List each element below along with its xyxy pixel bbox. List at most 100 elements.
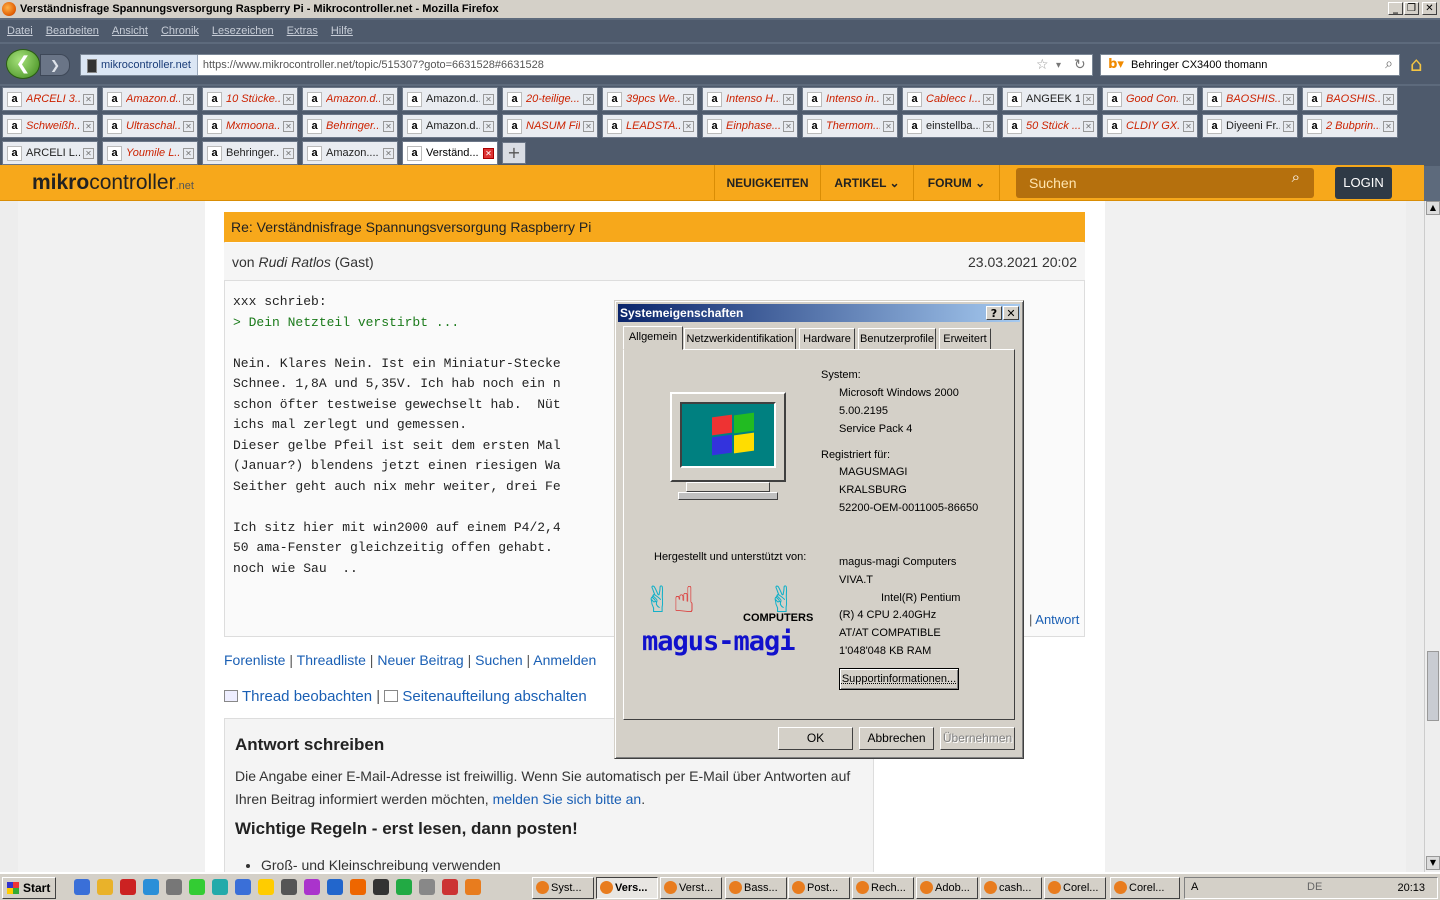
help-button[interactable]: ? bbox=[986, 306, 1002, 320]
url-bar[interactable]: mikrocontroller.net https://www.mikrocon… bbox=[80, 54, 1093, 76]
search-icon[interactable]: ⌕ bbox=[1292, 168, 1300, 186]
quick-launch-app-icon[interactable] bbox=[396, 879, 412, 895]
menu-datei[interactable]: Datei bbox=[7, 25, 33, 37]
clock[interactable]: 20:13 bbox=[1397, 878, 1425, 898]
page-scrollbar[interactable]: ▲ ▼ bbox=[1424, 201, 1440, 872]
tab-close-icon[interactable]: ✕ bbox=[83, 147, 94, 159]
browser-tab[interactable]: a Intenso H... ✕ bbox=[702, 87, 798, 111]
url-text[interactable]: https://www.mikrocontroller.net/topic/51… bbox=[198, 59, 544, 71]
tab-close-icon[interactable]: ✕ bbox=[1383, 120, 1394, 132]
tab-benutzerprofile[interactable]: Benutzerprofile bbox=[858, 328, 936, 350]
quick-launch-app-icon[interactable] bbox=[465, 879, 481, 895]
back-button[interactable]: ❮ bbox=[6, 49, 40, 79]
browser-tab[interactable]: a Amazon.d... ✕ bbox=[402, 114, 498, 138]
menu-hilfe[interactable]: Hilfe bbox=[331, 25, 353, 37]
search-value[interactable]: Behringer CX3400 thomann bbox=[1131, 59, 1267, 71]
quick-launch-app-icon[interactable] bbox=[258, 879, 274, 895]
tab-close-icon[interactable]: ✕ bbox=[1083, 120, 1094, 132]
link-forenliste[interactable]: Forenliste bbox=[224, 652, 285, 668]
link-suchen[interactable]: Suchen bbox=[475, 652, 522, 668]
nav-forum[interactable]: FORUM ⌄ bbox=[913, 165, 1000, 201]
tab-close-icon[interactable]: ✕ bbox=[483, 147, 494, 159]
support-info-button[interactable]: Supportinformationen... bbox=[839, 668, 959, 690]
split-view-link[interactable]: Seitenaufteilung abschalten bbox=[402, 688, 586, 705]
nav-artikel[interactable]: ARTIKEL ⌄ bbox=[820, 165, 913, 201]
browser-tab[interactable]: a 10 Stücke... ✕ bbox=[202, 87, 298, 111]
menu-ansicht[interactable]: Ansicht bbox=[112, 25, 148, 37]
tab-close-icon[interactable]: ✕ bbox=[583, 93, 594, 105]
tab-close-icon[interactable]: ✕ bbox=[483, 120, 494, 132]
login-button[interactable]: LOGIN bbox=[1335, 167, 1392, 199]
tab-erweitert[interactable]: Erweitert bbox=[939, 328, 991, 350]
apply-button[interactable]: Übernehmen bbox=[940, 727, 1015, 750]
tab-close-icon[interactable]: ✕ bbox=[983, 120, 994, 132]
menu-extras[interactable]: Extras bbox=[287, 25, 318, 37]
tab-close-icon[interactable]: ✕ bbox=[983, 93, 994, 105]
menu-chronik[interactable]: Chronik bbox=[161, 25, 199, 37]
site-search-input[interactable]: Suchen ⌕ bbox=[1016, 168, 1314, 198]
tab-close-icon[interactable]: ✕ bbox=[283, 93, 294, 105]
close-button[interactable]: ✕ bbox=[1422, 2, 1437, 15]
browser-tab[interactable]: a 39pcs We... ✕ bbox=[602, 87, 698, 111]
minimize-button[interactable]: _ bbox=[1388, 2, 1403, 15]
browser-tab[interactable]: a Ultraschal... ✕ bbox=[102, 114, 198, 138]
quick-launch-app-icon[interactable] bbox=[373, 879, 389, 895]
browser-tab[interactable]: a einstellba... ✕ bbox=[902, 114, 998, 138]
quick-launch-app-icon[interactable] bbox=[212, 879, 228, 895]
browser-tab[interactable]: a Mxmoona... ✕ bbox=[202, 114, 298, 138]
cancel-button[interactable]: Abbrechen bbox=[859, 727, 934, 750]
tab-hardware[interactable]: Hardware bbox=[799, 328, 855, 350]
tab-close-icon[interactable]: ✕ bbox=[783, 120, 794, 132]
browser-tab[interactable]: a Youmile L... ✕ bbox=[102, 141, 198, 165]
quick-launch-app-icon[interactable] bbox=[304, 879, 320, 895]
tab-close-icon[interactable]: ✕ bbox=[883, 93, 894, 105]
tab-close-icon[interactable]: ✕ bbox=[583, 120, 594, 132]
taskbar-button[interactable]: Syst... bbox=[532, 877, 594, 899]
quick-launch-app-icon[interactable] bbox=[97, 879, 113, 895]
tab-close-icon[interactable]: ✕ bbox=[883, 120, 894, 132]
browser-tab[interactable]: a Schweißh... ✕ bbox=[2, 114, 98, 138]
tab-allgemein[interactable]: Allgemein bbox=[623, 326, 683, 350]
tab-close-icon[interactable]: ✕ bbox=[1283, 120, 1294, 132]
tab-close-icon[interactable]: ✕ bbox=[1383, 93, 1394, 105]
browser-tab[interactable]: a Amazon.... ✕ bbox=[302, 141, 398, 165]
tab-close-icon[interactable]: ✕ bbox=[83, 120, 94, 132]
tab-close-icon[interactable]: ✕ bbox=[383, 147, 394, 159]
menu-bearbeiten[interactable]: Bearbeiten bbox=[46, 25, 99, 37]
login-link[interactable]: melden Sie sich bitte an bbox=[493, 791, 642, 807]
quick-launch-app-icon[interactable] bbox=[419, 879, 435, 895]
browser-tab[interactable]: a 2 Bubprin... ✕ bbox=[1302, 114, 1398, 138]
browser-tab[interactable]: a Einphase... ✕ bbox=[702, 114, 798, 138]
browser-tab[interactable]: a Thermom... ✕ bbox=[802, 114, 898, 138]
taskbar-button[interactable]: Vers... bbox=[596, 877, 658, 899]
tab-close-icon[interactable]: ✕ bbox=[283, 120, 294, 132]
browser-tab[interactable]: a 20-teilige... ✕ bbox=[502, 87, 598, 111]
restore-button[interactable]: ❐ bbox=[1404, 2, 1419, 15]
tab-close-icon[interactable]: ✕ bbox=[1183, 93, 1194, 105]
start-button[interactable]: Start bbox=[2, 877, 56, 899]
tab-netzwerkidentifikation[interactable]: Netzwerkidentifikation bbox=[684, 328, 796, 350]
tab-close-icon[interactable]: ✕ bbox=[1083, 93, 1094, 105]
taskbar-button[interactable]: Verst... bbox=[660, 877, 722, 899]
quick-launch-app-icon[interactable] bbox=[327, 879, 343, 895]
dropdown-arrow-icon[interactable]: ▾ bbox=[1056, 60, 1061, 71]
quick-launch-app-icon[interactable] bbox=[166, 879, 182, 895]
taskbar-button[interactable]: Adob... bbox=[916, 877, 978, 899]
taskbar-button[interactable]: Rech... bbox=[852, 877, 914, 899]
tab-close-icon[interactable]: ✕ bbox=[383, 93, 394, 105]
quick-launch-app-icon[interactable] bbox=[235, 879, 251, 895]
browser-tab[interactable]: a Amazon.d... ✕ bbox=[402, 87, 498, 111]
browser-tab[interactable]: a Intenso in... ✕ bbox=[802, 87, 898, 111]
reload-icon[interactable]: ↻ bbox=[1074, 57, 1086, 73]
tab-close-icon[interactable]: ✕ bbox=[183, 147, 194, 159]
quick-launch-app-icon[interactable] bbox=[189, 879, 205, 895]
browser-tab[interactable]: a NASUM Fil...✕ bbox=[502, 114, 598, 138]
quick-launch-app-icon[interactable] bbox=[442, 879, 458, 895]
menu-lesezeichen[interactable]: Lesezeichen bbox=[212, 25, 274, 37]
tab-close-icon[interactable]: ✕ bbox=[683, 93, 694, 105]
scroll-thumb[interactable] bbox=[1427, 651, 1439, 721]
link-neuer-beitrag[interactable]: Neuer Beitrag bbox=[377, 652, 463, 668]
watch-thread-link[interactable]: Thread beobachten bbox=[242, 688, 372, 705]
tab-close-icon[interactable]: ✕ bbox=[83, 93, 94, 105]
taskbar-button[interactable]: Post... bbox=[788, 877, 850, 899]
